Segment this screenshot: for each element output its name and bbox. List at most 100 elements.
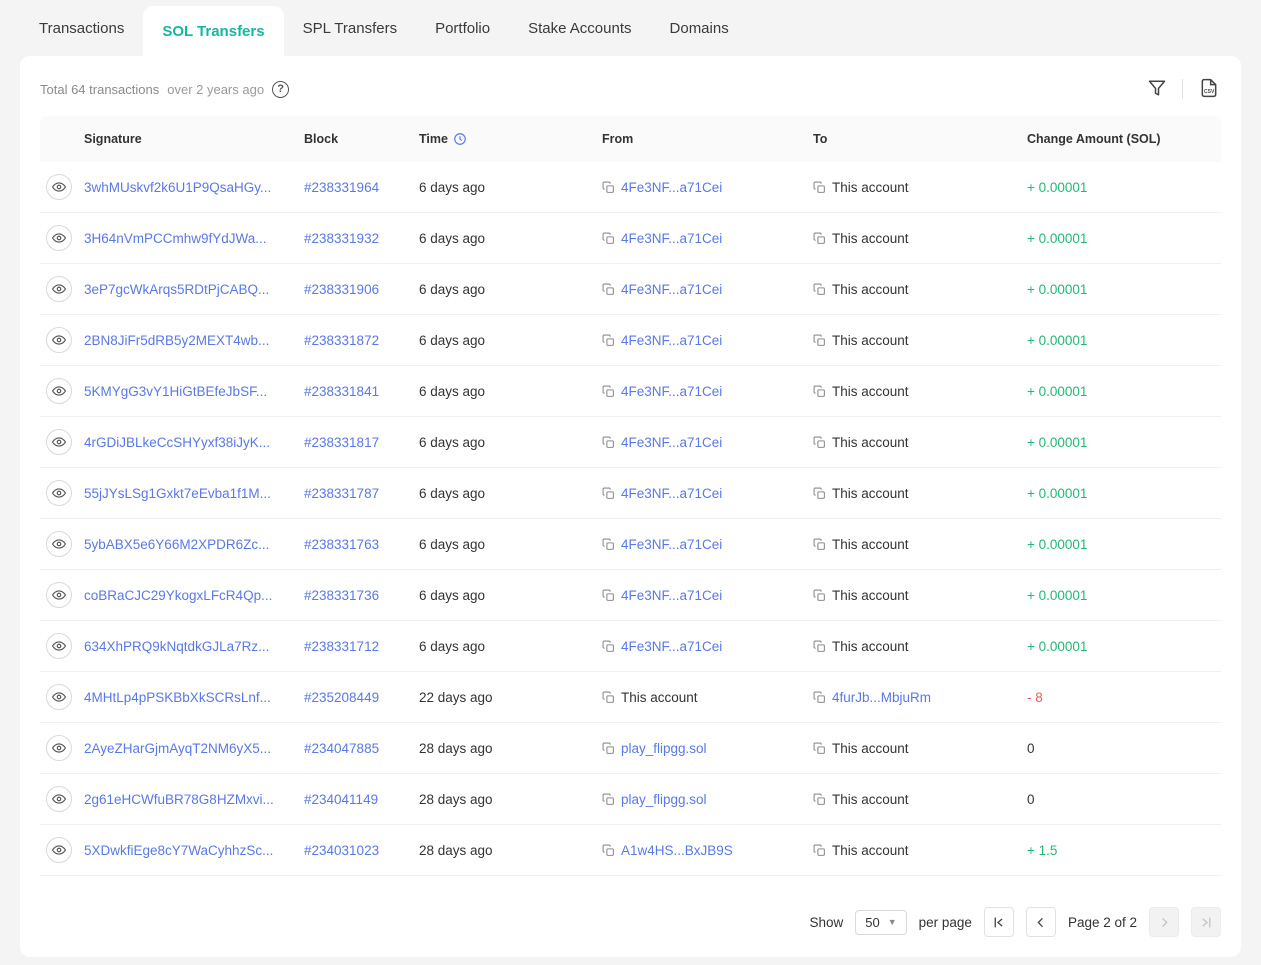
copy-icon[interactable] bbox=[602, 385, 615, 398]
tab-portfolio[interactable]: Portfolio bbox=[416, 0, 509, 56]
preview-eye-button[interactable] bbox=[46, 480, 72, 506]
from-address[interactable]: 4Fe3NF...a71Cei bbox=[621, 486, 722, 501]
preview-eye-button[interactable] bbox=[46, 786, 72, 812]
signature-link[interactable]: 634XhPRQ9kNqtdkGJLa7Rz... bbox=[84, 639, 269, 654]
tab-transactions[interactable]: Transactions bbox=[20, 0, 143, 56]
copy-icon[interactable] bbox=[602, 742, 615, 755]
signature-link[interactable]: 5ybABX5e6Y66M2XPDR6Zc... bbox=[84, 537, 269, 552]
copy-icon[interactable] bbox=[602, 691, 615, 704]
block-link[interactable]: #238331817 bbox=[304, 435, 379, 450]
header-time[interactable]: Time bbox=[419, 132, 602, 146]
preview-eye-button[interactable] bbox=[46, 633, 72, 659]
copy-icon[interactable] bbox=[602, 538, 615, 551]
tab-spl-transfers[interactable]: SPL Transfers bbox=[284, 0, 416, 56]
page-size-select[interactable]: 50 ▼ bbox=[855, 910, 906, 935]
from-address[interactable]: 4Fe3NF...a71Cei bbox=[621, 588, 722, 603]
preview-eye-button[interactable] bbox=[46, 429, 72, 455]
copy-icon[interactable] bbox=[813, 691, 826, 704]
block-link[interactable]: #238331906 bbox=[304, 282, 379, 297]
copy-icon[interactable] bbox=[813, 742, 826, 755]
tab-sol-transfers[interactable]: SOL Transfers bbox=[143, 6, 283, 56]
signature-link[interactable]: 3whMUskvf2k6U1P9QsaHGy... bbox=[84, 180, 271, 195]
signature-link[interactable]: 2g61eHCWfuBR78G8HZMxvi... bbox=[84, 792, 274, 807]
signature-link[interactable]: 5XDwkfiEge8cY7WaCyhhzSc... bbox=[84, 843, 273, 858]
preview-eye-button[interactable] bbox=[46, 684, 72, 710]
copy-icon[interactable] bbox=[602, 793, 615, 806]
copy-icon[interactable] bbox=[602, 844, 615, 857]
preview-eye-button[interactable] bbox=[46, 531, 72, 557]
first-page-button[interactable] bbox=[984, 907, 1014, 937]
filter-button[interactable] bbox=[1146, 77, 1168, 102]
copy-icon[interactable] bbox=[813, 181, 826, 194]
copy-icon[interactable] bbox=[602, 589, 615, 602]
copy-icon[interactable] bbox=[813, 436, 826, 449]
help-icon[interactable]: ? bbox=[272, 81, 289, 98]
copy-icon[interactable] bbox=[602, 487, 615, 500]
from-address[interactable]: 4Fe3NF...a71Cei bbox=[621, 639, 722, 654]
csv-download-button[interactable]: CSV bbox=[1197, 76, 1221, 103]
block-link[interactable]: #234047885 bbox=[304, 741, 379, 756]
from-address[interactable]: 4Fe3NF...a71Cei bbox=[621, 282, 722, 297]
from-address[interactable]: 4Fe3NF...a71Cei bbox=[621, 180, 722, 195]
from-address[interactable]: 4Fe3NF...a71Cei bbox=[621, 333, 722, 348]
preview-eye-button[interactable] bbox=[46, 582, 72, 608]
signature-link[interactable]: 3eP7gcWkArqs5RDtPjCABQ... bbox=[84, 282, 269, 297]
from-address[interactable]: 4Fe3NF...a71Cei bbox=[621, 435, 722, 450]
block-link[interactable]: #238331932 bbox=[304, 231, 379, 246]
copy-icon[interactable] bbox=[813, 385, 826, 398]
signature-link[interactable]: 2BN8JiFr5dRB5y2MEXT4wb... bbox=[84, 333, 269, 348]
block-link[interactable]: #234031023 bbox=[304, 843, 379, 858]
preview-eye-button[interactable] bbox=[46, 276, 72, 302]
copy-icon[interactable] bbox=[813, 487, 826, 500]
block-link[interactable]: #238331736 bbox=[304, 588, 379, 603]
block-link[interactable]: #238331787 bbox=[304, 486, 379, 501]
block-link[interactable]: #238331841 bbox=[304, 384, 379, 399]
copy-icon[interactable] bbox=[602, 640, 615, 653]
copy-icon[interactable] bbox=[813, 844, 826, 857]
from-address[interactable]: 4Fe3NF...a71Cei bbox=[621, 384, 722, 399]
to-address[interactable]: 4furJb...MbjuRm bbox=[832, 690, 931, 705]
preview-eye-button[interactable] bbox=[46, 735, 72, 761]
tab-stake-accounts[interactable]: Stake Accounts bbox=[509, 0, 650, 56]
copy-icon[interactable] bbox=[602, 283, 615, 296]
signature-link[interactable]: coBRaCJC29YkogxLFcR4Qp... bbox=[84, 588, 272, 603]
preview-eye-button[interactable] bbox=[46, 174, 72, 200]
copy-icon[interactable] bbox=[813, 283, 826, 296]
from-address[interactable]: play_flipgg.sol bbox=[621, 741, 707, 756]
block-link[interactable]: #238331712 bbox=[304, 639, 379, 654]
preview-eye-button[interactable] bbox=[46, 378, 72, 404]
copy-icon[interactable] bbox=[813, 232, 826, 245]
copy-icon[interactable] bbox=[813, 793, 826, 806]
from-address[interactable]: 4Fe3NF...a71Cei bbox=[621, 231, 722, 246]
next-page-button[interactable] bbox=[1149, 907, 1179, 937]
block-link[interactable]: #234041149 bbox=[304, 792, 378, 807]
clock-icon[interactable] bbox=[453, 132, 467, 146]
signature-link[interactable]: 55jJYsLSg1Gxkt7eEvba1f1M... bbox=[84, 486, 271, 501]
block-link[interactable]: #238331763 bbox=[304, 537, 379, 552]
from-address[interactable]: A1w4HS...BxJB9S bbox=[621, 843, 733, 858]
block-link[interactable]: #238331964 bbox=[304, 180, 379, 195]
from-address[interactable]: play_flipgg.sol bbox=[621, 792, 707, 807]
signature-link[interactable]: 5KMYgG3vY1HiGtBEfeJbSF... bbox=[84, 384, 267, 399]
preview-eye-button[interactable] bbox=[46, 327, 72, 353]
copy-icon[interactable] bbox=[602, 334, 615, 347]
signature-link[interactable]: 4rGDiJBLkeCcSHYyxf38iJyK... bbox=[84, 435, 270, 450]
prev-page-button[interactable] bbox=[1026, 907, 1056, 937]
signature-link[interactable]: 3H64nVmPCCmhw9fYdJWa... bbox=[84, 231, 267, 246]
preview-eye-button[interactable] bbox=[46, 225, 72, 251]
block-link[interactable]: #235208449 bbox=[304, 690, 379, 705]
block-link[interactable]: #238331872 bbox=[304, 333, 379, 348]
copy-icon[interactable] bbox=[813, 538, 826, 551]
copy-icon[interactable] bbox=[813, 334, 826, 347]
from-address[interactable]: 4Fe3NF...a71Cei bbox=[621, 537, 722, 552]
preview-eye-button[interactable] bbox=[46, 837, 72, 863]
signature-link[interactable]: 2AyeZHarGjmAyqT2NM6yX5... bbox=[84, 741, 271, 756]
copy-icon[interactable] bbox=[813, 640, 826, 653]
copy-icon[interactable] bbox=[602, 232, 615, 245]
tab-domains[interactable]: Domains bbox=[651, 0, 748, 56]
copy-icon[interactable] bbox=[813, 589, 826, 602]
copy-icon[interactable] bbox=[602, 181, 615, 194]
copy-icon[interactable] bbox=[602, 436, 615, 449]
last-page-button[interactable] bbox=[1191, 907, 1221, 937]
signature-link[interactable]: 4MHtLp4pPSKBbXkSCRsLnf... bbox=[84, 690, 271, 705]
